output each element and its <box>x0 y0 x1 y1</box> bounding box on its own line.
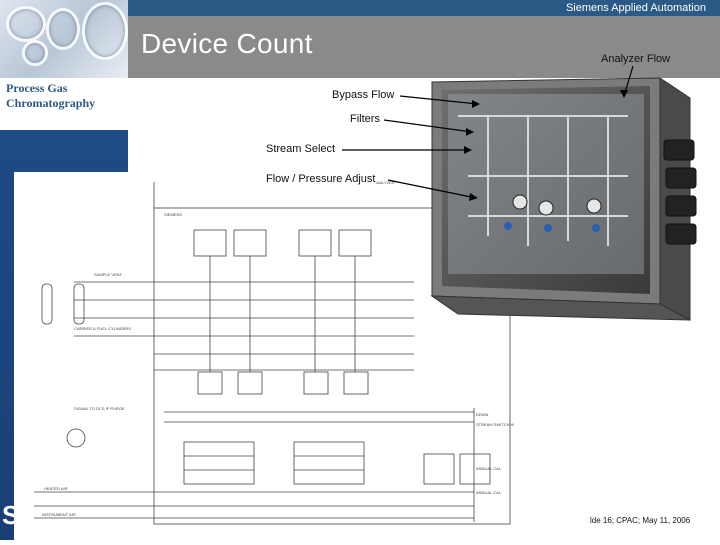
callout-analyzer-flow: Analyzer Flow <box>601 53 671 65</box>
callout-bypass-flow: Bypass Flow <box>331 89 396 101</box>
callout-arrows <box>342 65 634 201</box>
callout-stream-select: Stream Select <box>265 143 337 155</box>
footer-slide-info: lde 16; CPAC; May 11, 2006 <box>590 516 691 525</box>
callout-flow-pressure-adjust: Flow / Pressure Adjust <box>265 173 377 185</box>
callout-filters: Filters <box>349 113 381 125</box>
